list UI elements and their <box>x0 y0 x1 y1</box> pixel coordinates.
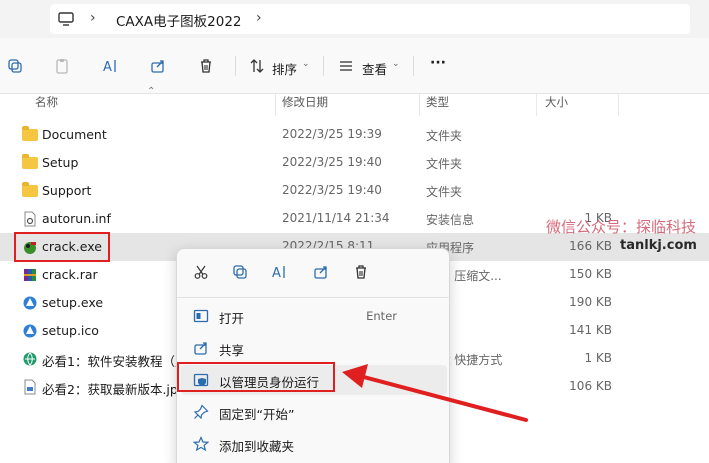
setup-ico-icon <box>22 323 38 339</box>
rename-icon[interactable]: A <box>269 261 291 283</box>
file-name: Setup <box>42 155 79 170</box>
breadcrumb-folder[interactable]: CAXA电子图板2022 <box>116 10 242 30</box>
address-bar[interactable]: › CAXA电子图板2022 › <box>50 4 690 34</box>
file-date: 2022/3/25 19:40 <box>282 155 382 169</box>
toolbar-separator <box>323 56 324 76</box>
cut-icon[interactable] <box>190 261 212 283</box>
svg-text:A: A <box>103 60 112 74</box>
menu-item-label: 添加到收藏夹 <box>219 439 295 454</box>
copy-icon[interactable] <box>229 261 251 283</box>
toolbar-separator <box>235 56 236 76</box>
sort-button[interactable]: 排序 <box>272 59 297 78</box>
file-row[interactable]: Setup 2022/3/25 19:40 文件夹 <box>0 149 709 177</box>
file-name: 必看2：获取最新版本.jpg <box>42 382 186 397</box>
delete-icon[interactable] <box>195 55 217 77</box>
image-file-icon <box>22 379 38 395</box>
folder-icon <box>22 182 38 199</box>
file-name: autorun.inf <box>42 211 111 226</box>
more-options-button[interactable]: ··· <box>430 55 446 71</box>
share-icon[interactable] <box>310 261 332 283</box>
file-size: 190 KB <box>569 295 612 309</box>
watermark-url: tanlkj.com <box>620 238 697 253</box>
view-icon[interactable] <box>335 55 357 77</box>
context-menu-quick-actions: A <box>177 249 451 293</box>
column-header-name[interactable]: 名称 <box>35 94 58 116</box>
menu-item-label: 共享 <box>219 343 245 358</box>
setup-exe-icon <box>22 295 38 311</box>
highlight-run-as-admin <box>177 362 335 392</box>
file-date: 2022/3/25 19:39 <box>282 127 382 141</box>
svg-text:A: A <box>272 266 281 280</box>
file-size: 106 KB <box>569 379 612 393</box>
breadcrumb-chevron[interactable]: › <box>90 10 96 26</box>
file-type: 安装信息 <box>426 213 475 227</box>
file-name: Document <box>42 127 107 142</box>
context-menu: A 打开 Enter 共享 以管理员身份运行 固定到“开始” 添加到收藏夹 <box>176 248 451 463</box>
file-type: 文件夹 <box>426 157 463 171</box>
annotation-arrow <box>342 364 528 422</box>
file-name: Support <box>42 183 92 198</box>
folder-icon <box>22 126 38 143</box>
file-date: 2021/11/14 21:34 <box>282 211 390 225</box>
sort-ascending-icon: ⌃ <box>147 86 156 97</box>
toolbar-separator <box>413 56 414 76</box>
file-name: 必看1：软件安装教程（晟 <box>42 354 188 369</box>
menu-item-share[interactable]: 共享 <box>181 333 447 363</box>
rename-icon[interactable]: A <box>100 55 122 77</box>
menu-item-add-favorites[interactable]: 添加到收藏夹 <box>181 429 447 459</box>
share-icon[interactable] <box>147 55 169 77</box>
pin-icon <box>193 404 209 420</box>
file-name: setup.exe <box>42 295 104 310</box>
column-divider[interactable] <box>536 94 537 116</box>
file-name: setup.ico <box>42 323 99 338</box>
sort-icon[interactable] <box>246 55 268 77</box>
view-chevron-down-icon[interactable]: ⌄ <box>392 59 400 69</box>
share-icon <box>193 340 209 356</box>
address-bar-area: › CAXA电子图板2022 › <box>0 0 709 38</box>
breadcrumb-chevron-end[interactable]: › <box>256 10 262 26</box>
column-divider[interactable] <box>275 94 276 116</box>
sort-chevron-down-icon[interactable]: ⌄ <box>302 59 310 69</box>
file-type: 文件夹 <box>426 185 463 199</box>
column-header-size[interactable]: 大小 <box>545 94 568 116</box>
file-type: 文件夹 <box>426 129 463 143</box>
command-bar: A 排序 ⌄ 查看 ⌄ ··· <box>0 38 709 94</box>
column-divider[interactable] <box>419 94 420 116</box>
file-row[interactable]: Document 2022/3/25 19:39 文件夹 <box>0 121 709 149</box>
file-size: 150 KB <box>569 267 612 281</box>
this-pc-icon[interactable] <box>58 12 74 26</box>
file-size: 141 KB <box>569 323 612 337</box>
copy-path-icon[interactable] <box>4 55 26 77</box>
open-icon <box>193 308 209 324</box>
file-row[interactable]: Support 2022/3/25 19:40 文件夹 <box>0 177 709 205</box>
file-size: 1 KB <box>584 351 612 365</box>
file-size: 166 KB <box>569 239 612 253</box>
star-icon <box>193 436 209 452</box>
file-date: 2022/3/25 19:40 <box>282 183 382 197</box>
menu-separator <box>177 297 451 298</box>
paste-icon[interactable] <box>51 55 73 77</box>
folder-icon <box>22 154 38 171</box>
menu-item-label: 固定到“开始” <box>219 407 295 422</box>
view-button[interactable]: 查看 <box>362 59 387 78</box>
file-name: crack.rar <box>42 267 98 282</box>
column-divider[interactable] <box>618 94 619 116</box>
menu-item-label: 打开 <box>219 311 245 326</box>
column-header-type[interactable]: 类型 <box>426 94 449 116</box>
rar-archive-icon <box>22 267 38 283</box>
menu-item-shortcut: Enter <box>366 309 397 323</box>
delete-icon[interactable] <box>350 261 372 283</box>
column-header-date[interactable]: 修改日期 <box>282 94 328 116</box>
internet-shortcut-icon <box>22 351 38 367</box>
menu-item-open[interactable]: 打开 Enter <box>181 301 447 331</box>
settings-file-icon <box>22 211 38 227</box>
watermark-text: 微信公众号：探临科技 <box>546 218 697 236</box>
highlight-crack-exe <box>14 232 110 262</box>
